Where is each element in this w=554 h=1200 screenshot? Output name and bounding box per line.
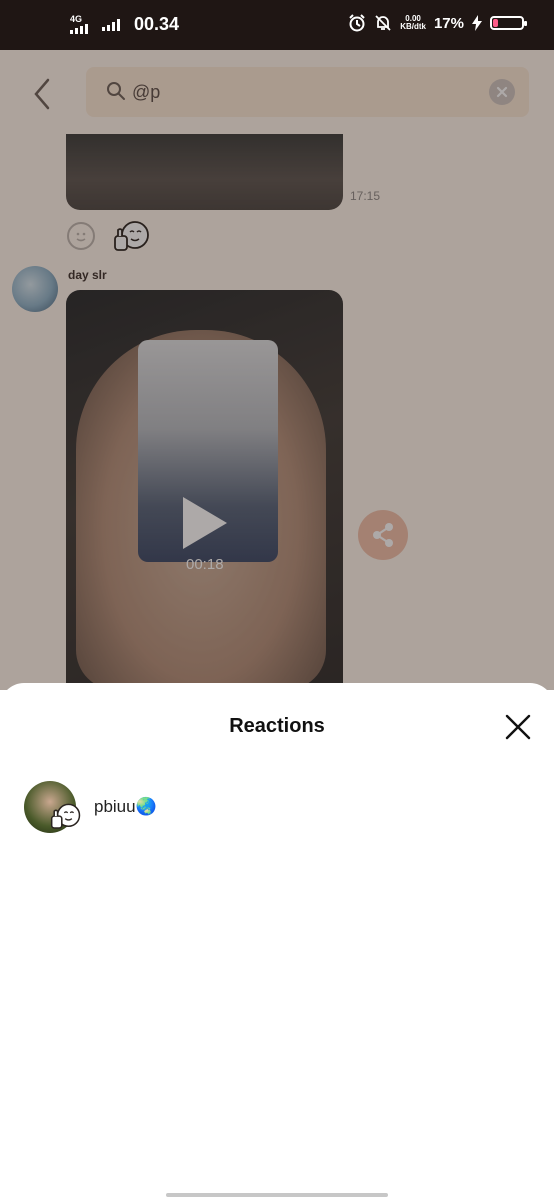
reactor-username: pbiuu🌏 <box>94 797 157 816</box>
status-bar: 4G 00.34 0.00 KB/dtk 17% <box>0 0 554 50</box>
signal-bars-icon <box>70 24 88 34</box>
home-indicator[interactable] <box>166 1193 388 1197</box>
reaction-list-item[interactable]: pbiuu🌏 <box>24 781 524 833</box>
data-speed: 0.00 KB/dtk <box>400 15 426 31</box>
status-left-group: 4G 00.34 <box>70 14 179 35</box>
status-time: 00.34 <box>134 14 180 34</box>
signal-bars-icon <box>102 18 120 31</box>
reactions-sheet: Reactions pbiuu🌏 <box>0 683 554 1200</box>
mute-bell-icon <box>375 15 391 31</box>
battery-level-fill <box>493 19 498 27</box>
close-icon[interactable] <box>504 713 532 741</box>
battery-icon <box>490 16 527 30</box>
sheet-title: Reactions <box>229 715 325 737</box>
network-type-label: 4G <box>70 14 83 24</box>
alarm-icon <box>349 14 365 32</box>
thumbs-up-smiley-icon <box>50 803 81 829</box>
data-speed-unit: KB/dtk <box>400 22 426 31</box>
modal-scrim[interactable] <box>0 50 554 690</box>
network-indicator: 4G <box>70 15 96 34</box>
charging-icon <box>472 15 482 31</box>
battery-percent: 17% <box>433 14 464 32</box>
status-right-group: 0.00 KB/dtk 17% <box>348 14 527 32</box>
